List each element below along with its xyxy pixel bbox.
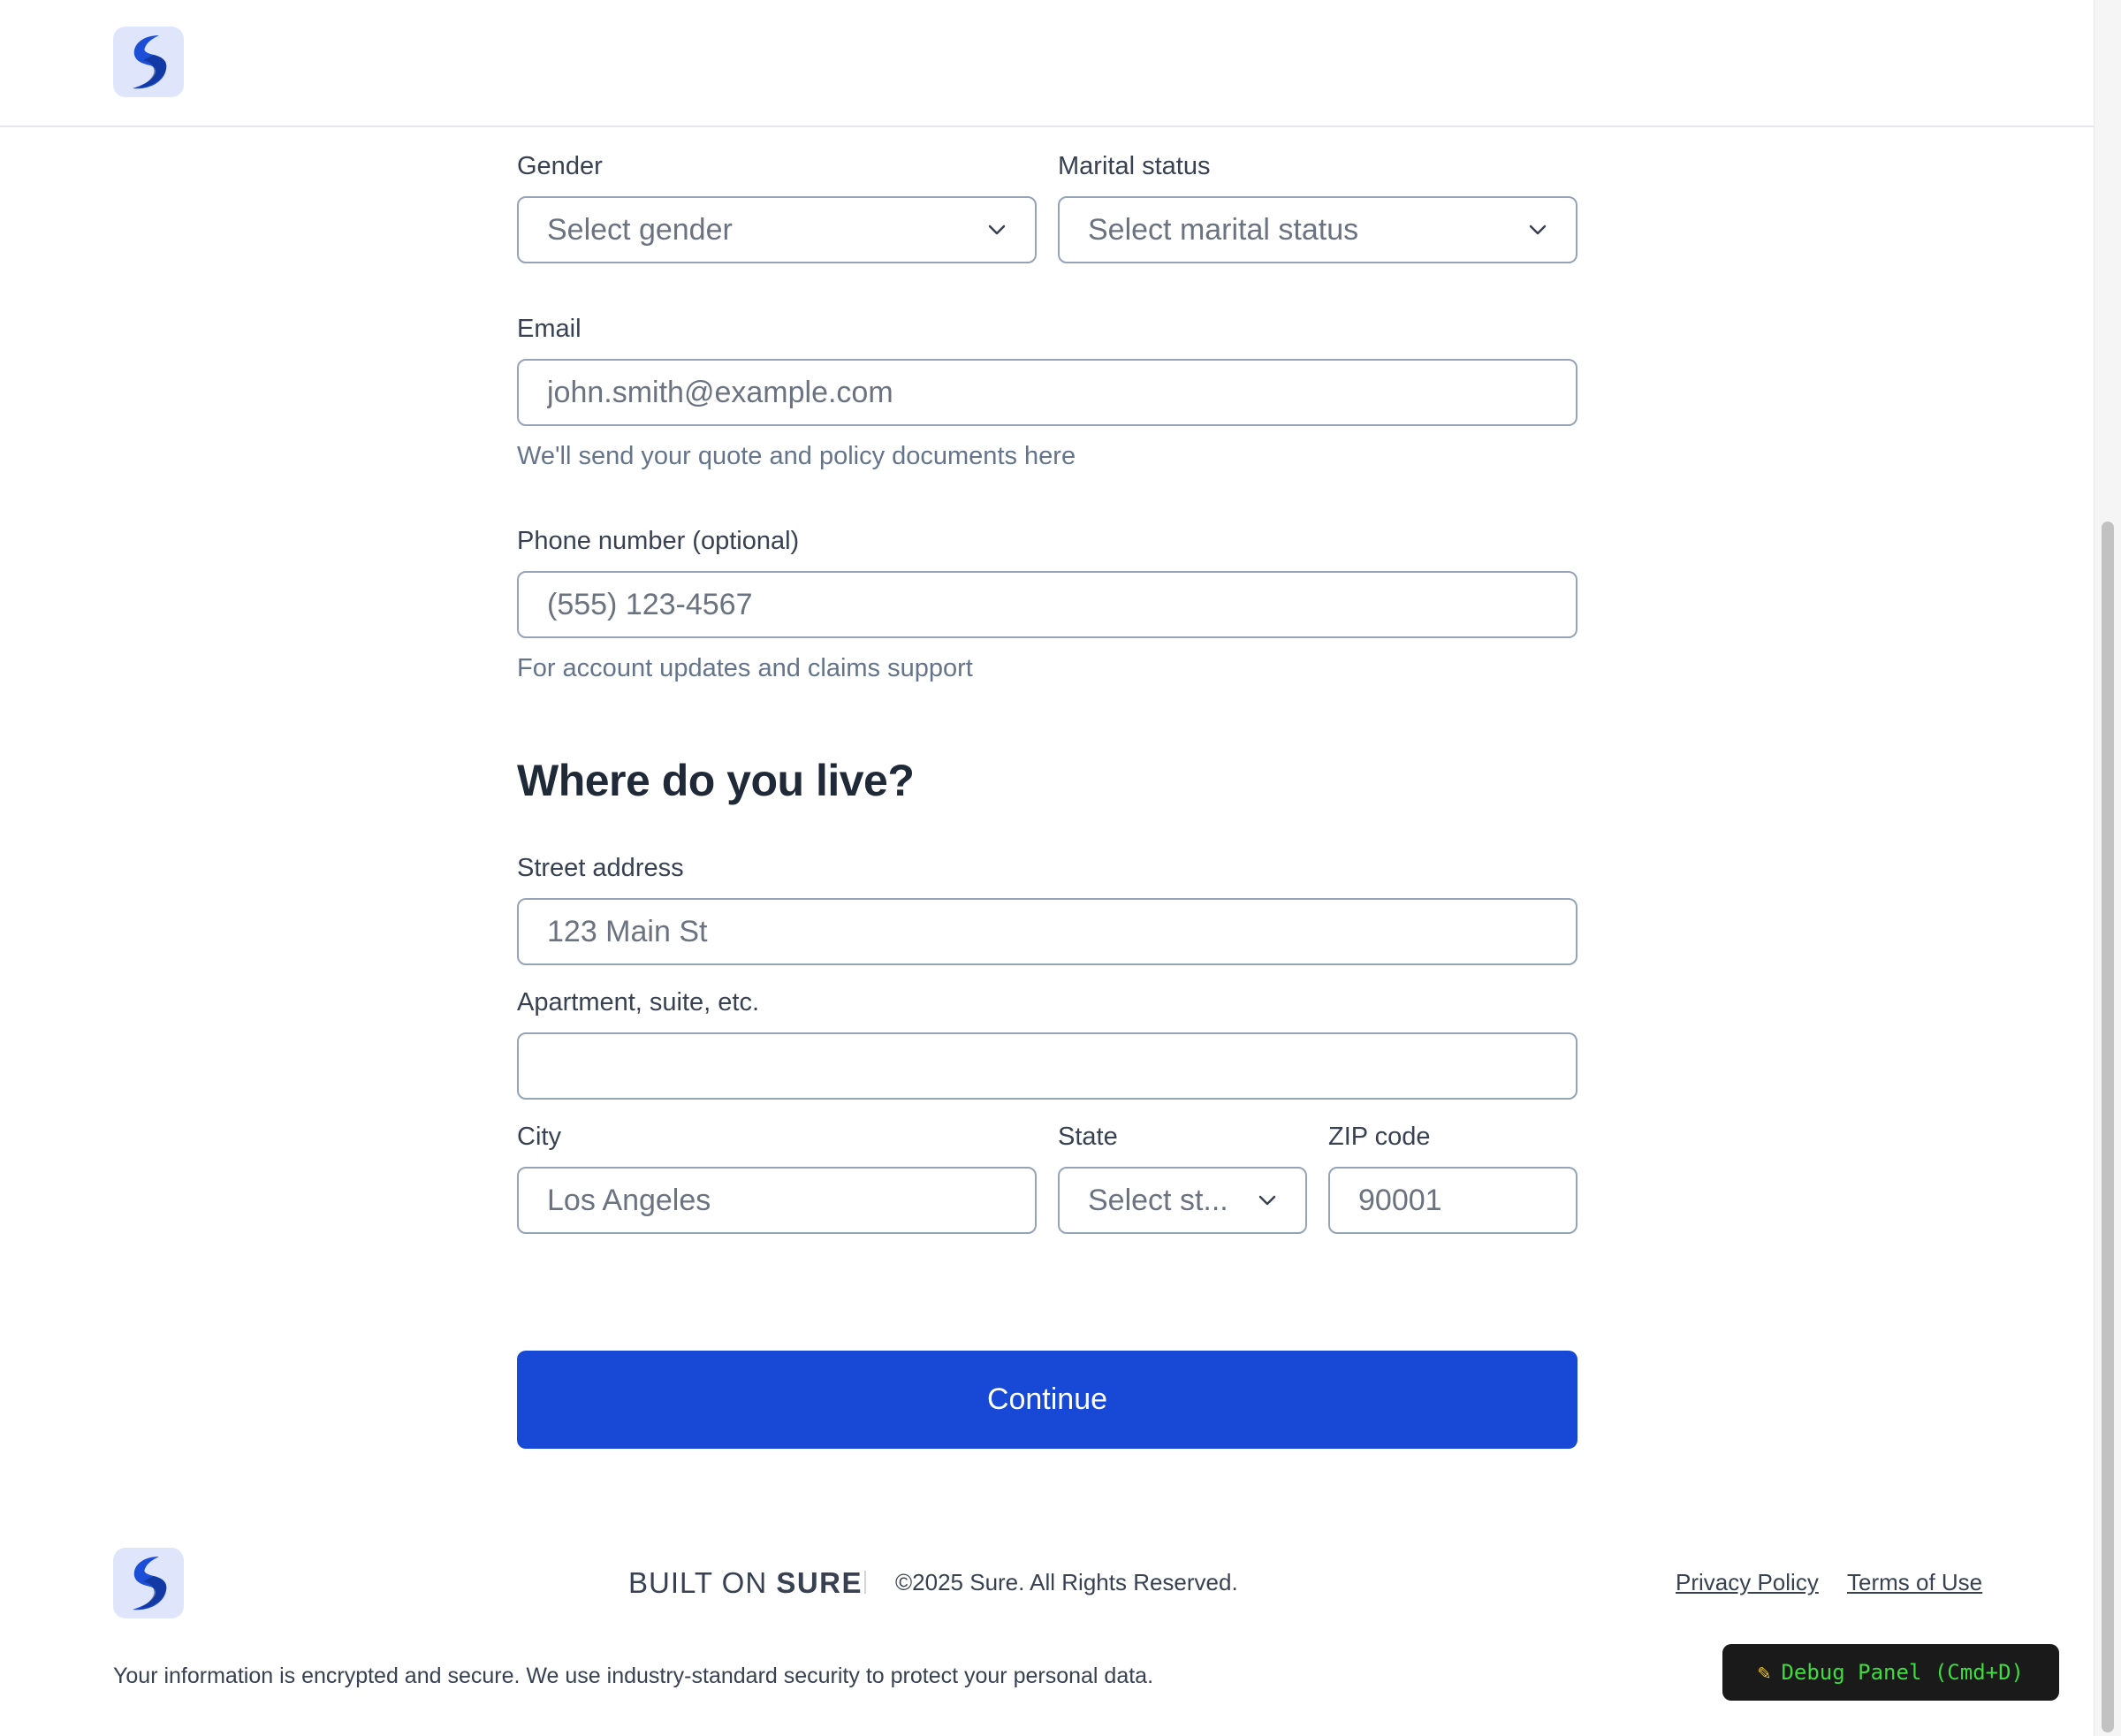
sure-s-logo-icon xyxy=(133,1557,167,1610)
built-on-prefix: BUILT ON xyxy=(628,1566,768,1599)
continue-button[interactable]: Continue xyxy=(517,1351,1577,1449)
phone-help-text: For account updates and claims support xyxy=(517,654,973,682)
zip-code-field[interactable]: 90001 xyxy=(1328,1167,1577,1234)
marital-status-label: Marital status xyxy=(1058,152,1211,180)
email-help-text: We'll send your quote and policy documen… xyxy=(517,442,1076,470)
email-placeholder: john.smith@example.com xyxy=(547,375,893,409)
street-address-placeholder: 123 Main St xyxy=(547,914,708,948)
phone-placeholder: (555) 123-4567 xyxy=(547,587,753,621)
copyright-text: ©2025 Sure. All Rights Reserved. xyxy=(895,1569,1238,1595)
city-label: City xyxy=(517,1123,561,1151)
phone-field[interactable]: (555) 123-4567 xyxy=(517,571,1577,638)
debug-panel-label: Debug Panel (Cmd+D) xyxy=(1781,1660,2024,1685)
state-select[interactable]: Select st... xyxy=(1058,1167,1307,1234)
scrollbar[interactable] xyxy=(2094,0,2121,1736)
apartment-field[interactable] xyxy=(517,1032,1577,1100)
built-on-brand: SURE xyxy=(776,1566,863,1599)
email-label: Email xyxy=(517,315,582,343)
marital-status-select[interactable]: Select marital status xyxy=(1058,196,1577,263)
security-note: Your information is encrypted and secure… xyxy=(113,1664,1154,1688)
state-label: State xyxy=(1058,1123,1118,1151)
address-section-title: Where do you live? xyxy=(517,756,915,805)
sure-s-logo-icon xyxy=(133,35,167,89)
sure-logo-icon[interactable] xyxy=(113,27,184,97)
privacy-policy-link[interactable]: Privacy Policy xyxy=(1676,1569,1819,1596)
apartment-label: Apartment, suite, etc. xyxy=(517,988,760,1016)
chevron-down-icon xyxy=(988,225,1006,235)
chevron-down-icon xyxy=(1258,1195,1276,1206)
marital-status-placeholder: Select marital status xyxy=(1088,212,1359,247)
chevron-down-icon xyxy=(1529,225,1547,235)
city-field[interactable]: Los Angeles xyxy=(517,1167,1037,1234)
street-address-field[interactable]: 123 Main St xyxy=(517,898,1577,965)
terms-of-use-link[interactable]: Terms of Use xyxy=(1847,1569,1982,1596)
email-field[interactable]: john.smith@example.com xyxy=(517,359,1577,426)
state-placeholder: Select st... xyxy=(1088,1183,1228,1217)
built-on-sure: BUILT ON SURE xyxy=(628,1566,863,1600)
footer-divider xyxy=(864,1571,866,1594)
bug-icon: ✎ xyxy=(1758,1660,1771,1685)
gender-placeholder: Select gender xyxy=(547,212,733,247)
scrollbar-thumb[interactable] xyxy=(2102,522,2114,1732)
zip-code-placeholder: 90001 xyxy=(1358,1183,1442,1217)
header xyxy=(0,0,2094,127)
city-placeholder: Los Angeles xyxy=(547,1183,711,1217)
zip-code-label: ZIP code xyxy=(1328,1123,1431,1151)
footer-logo[interactable] xyxy=(113,1548,184,1618)
gender-select[interactable]: Select gender xyxy=(517,196,1037,263)
gender-label: Gender xyxy=(517,152,603,180)
phone-label: Phone number (optional) xyxy=(517,527,800,555)
debug-panel-button[interactable]: ✎ Debug Panel (Cmd+D) xyxy=(1722,1644,2059,1701)
street-address-label: Street address xyxy=(517,854,684,882)
